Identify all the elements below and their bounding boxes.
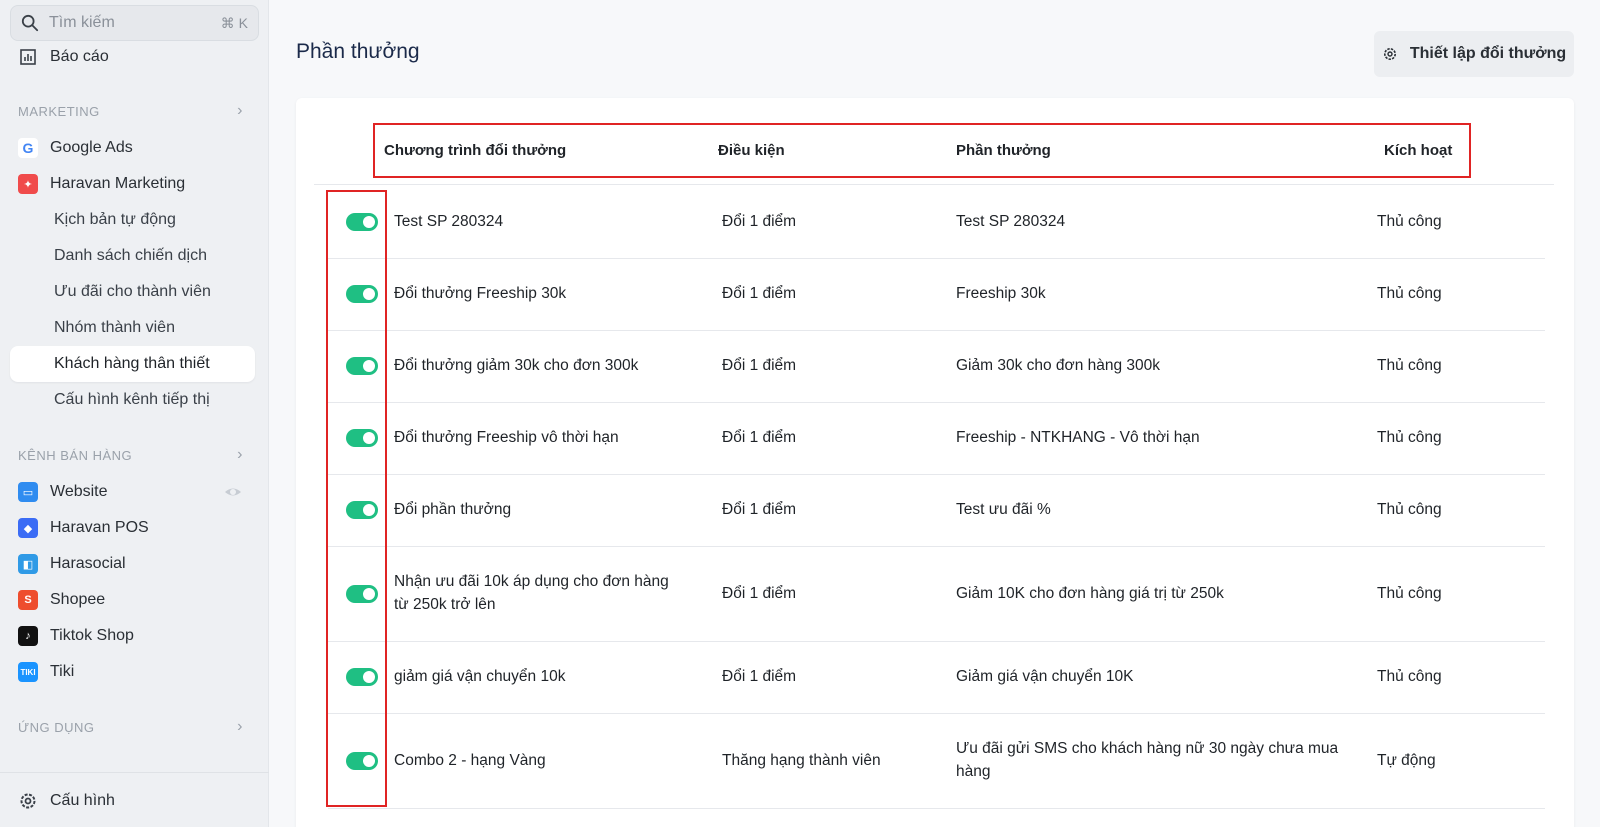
sidebar-item-google-ads[interactable]: G Google Ads: [18, 133, 133, 163]
pos-icon: ◆: [18, 518, 38, 538]
program-name: Nhận ưu đãi 10k áp dụng cho đơn hàng từ …: [394, 573, 669, 613]
sidebar-item-label: Haravan Marketing: [50, 175, 186, 192]
section-sales-channels[interactable]: KÊNH BÁN HÀNG ›: [18, 446, 243, 464]
activation-cell: Thủ công: [1377, 285, 1442, 302]
chevron-right-icon: ›: [237, 446, 243, 463]
search-icon: [21, 14, 39, 32]
eye-icon[interactable]: [223, 482, 243, 502]
gear-icon: [1383, 48, 1396, 60]
chevron-right-icon: ›: [237, 102, 243, 119]
table-row[interactable]: Đổi thưởng Freeship vô thời hạn Đổi 1 đi…: [328, 403, 1545, 475]
program-name: Combo 2 - hạng Vàng: [394, 752, 546, 769]
table-row[interactable]: giảm giá vận chuyển 10k Đổi 1 điểm Giảm …: [328, 642, 1545, 714]
sidebar-item-label: Harasocial: [50, 555, 126, 572]
condition-cell: Đổi 1 điểm: [722, 668, 797, 685]
sidebar-item-haravan-pos[interactable]: ◆ Haravan POS: [18, 513, 149, 543]
sidebar-divider: [0, 772, 269, 773]
reward-setup-label: Thiết lập đổi thưởng: [1409, 45, 1567, 62]
reward-cell: Test ưu đãi %: [956, 501, 1051, 518]
sidebar-item-label: Google Ads: [50, 139, 133, 156]
sidebar-item-tiki[interactable]: TIKI Tiki: [18, 657, 74, 687]
tiktok-icon: ♪: [18, 626, 38, 646]
sidebar-item-label: Website: [50, 483, 108, 500]
sidebar-item-label: Shopee: [50, 591, 106, 608]
program-name: Test SP 280324: [394, 213, 504, 230]
sidebar-subitem-member-offers[interactable]: Ưu đãi cho thành viên: [54, 277, 211, 307]
program-name: Đổi phần thưởng: [394, 501, 512, 518]
sidebar-subitem-loyal-customers[interactable]: Khách hàng thân thiết: [10, 346, 255, 382]
gear-icon: [20, 793, 36, 809]
condition-cell: Đổi 1 điểm: [722, 357, 797, 374]
shopee-icon: S: [18, 590, 38, 610]
section-apps[interactable]: ỨNG DỤNG ›: [18, 718, 243, 736]
google-icon: G: [18, 138, 38, 158]
condition-cell: Đổi 1 điểm: [722, 213, 797, 230]
table-row[interactable]: Đổi thưởng giảm 30k cho đơn 300k Đổi 1 đ…: [328, 331, 1545, 403]
sidebar-subitem-automation[interactable]: Kịch bản tự động: [54, 205, 176, 235]
sidebar-item-haravan-marketing[interactable]: ✦ Haravan Marketing: [18, 169, 185, 199]
tiki-icon: TIKI: [18, 662, 38, 682]
condition-cell: Đổi 1 điểm: [722, 429, 797, 446]
sidebar-item-label: Haravan POS: [50, 519, 149, 536]
report-icon: [20, 49, 36, 65]
table-row[interactable]: Test SP 280324 Đổi 1 điểm Test SP 280324…: [328, 187, 1545, 259]
sidebar-item-label: Báo cáo: [50, 48, 109, 65]
reward-cell: Ưu đãi gửi SMS cho khách hàng nữ 30 ngày…: [956, 740, 1339, 780]
harasocial-icon: ◧: [18, 554, 38, 574]
activation-cell: Thủ công: [1377, 213, 1442, 230]
sidebar-subitem-channel-config[interactable]: Cấu hình kênh tiếp thị: [54, 385, 210, 415]
sidebar-item-website[interactable]: ▭ Website: [18, 477, 243, 507]
sidebar-item-settings[interactable]: Cấu hình: [18, 786, 115, 816]
program-name: Đổi thưởng Freeship vô thời hạn: [394, 429, 619, 446]
page-title: Phần thưởng: [296, 40, 420, 63]
sidebar-subitem-campaigns[interactable]: Danh sách chiến dịch: [54, 241, 207, 271]
section-label: MARKETING: [18, 103, 100, 119]
reward-cell: Freeship 30k: [956, 285, 1046, 302]
sidebar-item-label: Tiktok Shop: [50, 627, 134, 644]
reward-cell: Giảm 30k cho đơn hàng 300k: [956, 357, 1161, 374]
table-header-divider: [314, 184, 1554, 185]
condition-cell: Thăng hạng thành viên: [722, 752, 881, 769]
section-label: ỨNG DỤNG: [18, 719, 95, 735]
haravan-marketing-icon: ✦: [18, 174, 38, 194]
activation-cell: Thủ công: [1377, 357, 1442, 374]
section-marketing[interactable]: MARKETING ›: [18, 102, 243, 120]
program-name: Đổi thưởng Freeship 30k: [394, 285, 567, 302]
table-row[interactable]: Nhận ưu đãi 10k áp dụng cho đơn hàng từ …: [328, 547, 1545, 642]
reward-cell: Freeship - NTKHANG - Vô thời hạn: [956, 429, 1200, 446]
condition-cell: Đổi 1 điểm: [722, 501, 797, 518]
sidebar-item-report[interactable]: Báo cáo: [18, 42, 109, 72]
search-input[interactable]: Tìm kiếm ⌘ K: [10, 5, 259, 41]
activation-cell: Thủ công: [1377, 585, 1442, 602]
search-placeholder: Tìm kiếm: [49, 14, 115, 31]
condition-cell: Đổi 1 điểm: [722, 585, 797, 602]
chevron-right-icon: ›: [237, 718, 243, 735]
activation-cell: Tự động: [1377, 752, 1436, 769]
activation-cell: Thủ công: [1377, 429, 1442, 446]
activation-cell: Thủ công: [1377, 501, 1442, 518]
sidebar-item-tiktok-shop[interactable]: ♪ Tiktok Shop: [18, 621, 134, 651]
table-row[interactable]: Combo 2 - hạng Vàng Thăng hạng thành viê…: [328, 714, 1545, 809]
table-row[interactable]: Đổi thưởng Freeship 30k Đổi 1 điểm Frees…: [328, 259, 1545, 331]
header-highlight-box: [373, 123, 1471, 178]
sidebar-item-label: Cấu hình: [50, 792, 115, 809]
sidebar-item-label: Tiki: [50, 663, 75, 680]
toggle-column-highlight-box: [326, 190, 387, 807]
reward-cell: Test SP 280324: [956, 213, 1066, 230]
website-icon: ▭: [18, 482, 38, 502]
program-name: giảm giá vận chuyển 10k: [394, 668, 566, 685]
condition-cell: Đổi 1 điểm: [722, 285, 797, 302]
sidebar-item-shopee[interactable]: S Shopee: [18, 585, 105, 615]
search-shortcut: ⌘ K: [220, 14, 248, 31]
program-name: Đổi thưởng giảm 30k cho đơn 300k: [394, 357, 639, 374]
reward-cell: Giảm giá vận chuyển 10K: [956, 668, 1134, 685]
sidebar-subitem-member-groups[interactable]: Nhóm thành viên: [54, 313, 175, 343]
reward-setup-button[interactable]: Thiết lập đổi thưởng: [1374, 31, 1574, 77]
activation-cell: Thủ công: [1377, 668, 1442, 685]
table-row[interactable]: Đổi phần thưởng Đổi 1 điểm Test ưu đãi %…: [328, 475, 1545, 547]
reward-cell: Giảm 10K cho đơn hàng giá trị từ 250k: [956, 585, 1224, 602]
section-label: KÊNH BÁN HÀNG: [18, 447, 133, 463]
sidebar: Tìm kiếm ⌘ K Báo cáo MARKETING › G Googl…: [0, 0, 269, 827]
sidebar-item-harasocial[interactable]: ◧ Harasocial: [18, 549, 126, 579]
